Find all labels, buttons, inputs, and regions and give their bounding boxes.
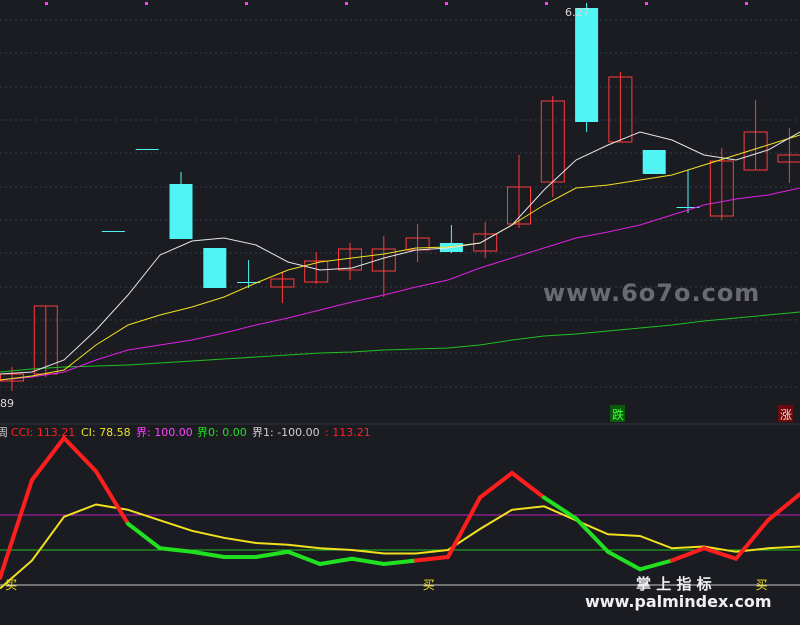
cci-segment (286, 549, 322, 566)
candle-body-down (642, 150, 666, 174)
price-grid (0, 19, 800, 388)
candle-body-down (169, 184, 193, 239)
top-dot (645, 2, 648, 5)
ma-yellow-line (0, 134, 800, 381)
down-badge: 跌 (612, 407, 624, 422)
top-dot (745, 2, 748, 5)
cci-segment (190, 549, 226, 559)
legend-upper: 界: 100.00 (136, 426, 193, 439)
cci-line (0, 436, 800, 580)
chart-canvas: 89 6.27 跌 涨 www.6o7o.com 周 CCI: 113.21 C… (0, 2, 800, 611)
top-dot (45, 2, 48, 5)
cci-segment (638, 558, 674, 572)
candle-body-down (203, 248, 227, 288)
cci-segment (126, 521, 162, 551)
cci-segment (382, 558, 418, 566)
legend-cci-value: : 113.21 (325, 426, 371, 439)
legend-zero: 界0: 0.00 (197, 426, 247, 439)
cci-segment (446, 495, 482, 559)
brand-watermark-url: www.palmindex.com (585, 592, 772, 611)
top-dot (445, 2, 448, 5)
cci-segment (478, 471, 514, 500)
brand-watermark-cn: 掌 上 指 标 (636, 575, 712, 593)
indicator-legend: 周 CCI: 113.21 CI: 78.58 界: 100.00 界0: 0.… (0, 426, 371, 439)
cci-segment (766, 492, 800, 523)
ma-green-line (0, 311, 800, 373)
cci-segment (510, 471, 546, 500)
site-watermark: www.6o7o.com (543, 279, 760, 307)
legend-period: 周 (0, 426, 8, 439)
candle-body-down (101, 231, 125, 232)
cci-segment (606, 549, 642, 572)
cci-segment (94, 469, 130, 526)
moving-average-lines (0, 131, 800, 381)
legend-lower: 界1: -100.00 (252, 426, 320, 439)
cci-segment (318, 556, 354, 566)
buy-signal-label: 买 (5, 578, 17, 592)
top-dot (545, 2, 548, 5)
cci-segment (30, 436, 66, 482)
cci-segment (0, 478, 34, 580)
candlestick-series (0, 3, 800, 391)
top-dot (345, 2, 348, 5)
up-badge: 涨 (780, 407, 792, 422)
top-dot (145, 2, 148, 5)
buy-signal-label: 买 (423, 578, 435, 592)
candle-body-down (575, 8, 599, 122)
high-price-label: 6.27 (565, 6, 590, 19)
candle-body-down (135, 149, 159, 150)
cci-segment (574, 516, 610, 554)
buy-signal-label: 买 (756, 578, 768, 592)
cci-segment (350, 556, 386, 566)
cci-segment (734, 518, 770, 561)
cci-segment (62, 436, 98, 474)
top-marker-dots (45, 2, 748, 5)
cci-segment (254, 549, 290, 559)
top-dot (245, 2, 248, 5)
cci-segment (158, 546, 194, 554)
low-price-label: 89 (0, 397, 14, 410)
cci-segment (414, 555, 450, 563)
legend-ci: CI: 78.58 (81, 426, 131, 439)
stock-chart-window: 89 6.27 跌 涨 www.6o7o.com 周 CCI: 113.21 C… (0, 0, 800, 625)
